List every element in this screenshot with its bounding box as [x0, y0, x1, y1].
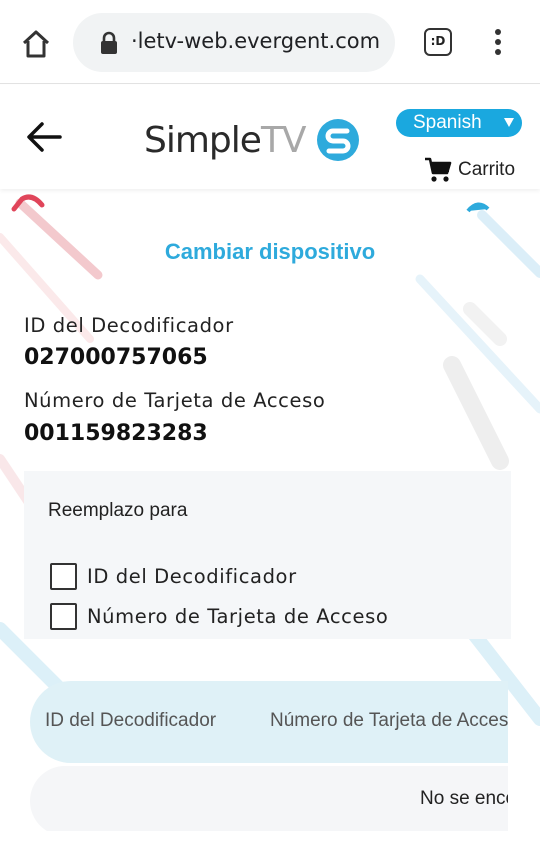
table-header: ID del Decodificador Número de Tarjeta d…	[30, 681, 508, 763]
cart-link[interactable]: Carrito	[424, 155, 515, 185]
caret-down-icon	[504, 118, 514, 127]
decoder-id-label: ID del Decodificador	[24, 314, 234, 337]
replacement-options-panel: Reemplazo para ID del Decodificador Núme…	[24, 471, 511, 639]
access-card-label: Número de Tarjeta de Acceso	[24, 389, 326, 412]
access-card-checkbox-label[interactable]: Número de Tarjeta de Acceso	[87, 605, 388, 628]
page-title: Cambiar dispositivo	[164, 239, 376, 264]
logo-tv-text: TV	[260, 119, 307, 161]
empty-table-message: No se encontraron registros	[420, 788, 508, 809]
home-icon[interactable]	[18, 26, 54, 62]
table-row: No se encontraron registros	[30, 766, 508, 831]
access-card-checkbox[interactable]	[50, 603, 77, 630]
devices-table[interactable]: ID del Decodificador Número de Tarjeta d…	[30, 681, 508, 831]
shopping-cart-icon	[425, 157, 452, 182]
lock-icon	[101, 31, 117, 54]
decoder-checkbox-label[interactable]: ID del Decodificador	[87, 565, 297, 588]
app-header: SimpleTV Spanish Carrito	[0, 85, 540, 189]
simpletv-logo[interactable]: SimpleTV	[144, 115, 360, 165]
tab-switcher-button[interactable]: :D	[424, 28, 452, 56]
logo-badge-icon	[316, 119, 359, 161]
logo-simple-text: Simple	[144, 119, 262, 161]
overflow-menu-icon[interactable]	[486, 26, 510, 58]
language-select-value: Spanish	[413, 112, 482, 133]
column-header-decoder-id: ID del Decodificador	[45, 710, 217, 731]
decoder-id-value: 027000757065	[24, 345, 208, 370]
replacement-title: Reemplazo para	[48, 500, 188, 521]
column-header-access-card: Número de Tarjeta de Acceso	[270, 710, 508, 731]
cart-label: Carrito	[458, 159, 516, 180]
replace-decoder-option[interactable]: ID del Decodificador	[50, 563, 297, 590]
url-text[interactable]: ·letv-web.evergent.com	[131, 29, 380, 53]
access-card-value: 001159823283	[24, 421, 208, 446]
change-device-page: Cambiar dispositivo ID del Decodificador…	[0, 189, 540, 853]
language-select[interactable]: Spanish	[396, 109, 522, 137]
back-arrow-icon[interactable]	[22, 115, 66, 159]
address-bar[interactable]: ·letv-web.evergent.com	[73, 13, 395, 72]
replace-access-card-option[interactable]: Número de Tarjeta de Acceso	[50, 603, 388, 630]
browser-toolbar: ·letv-web.evergent.com :D	[0, 0, 540, 84]
decoder-checkbox[interactable]	[50, 563, 77, 590]
